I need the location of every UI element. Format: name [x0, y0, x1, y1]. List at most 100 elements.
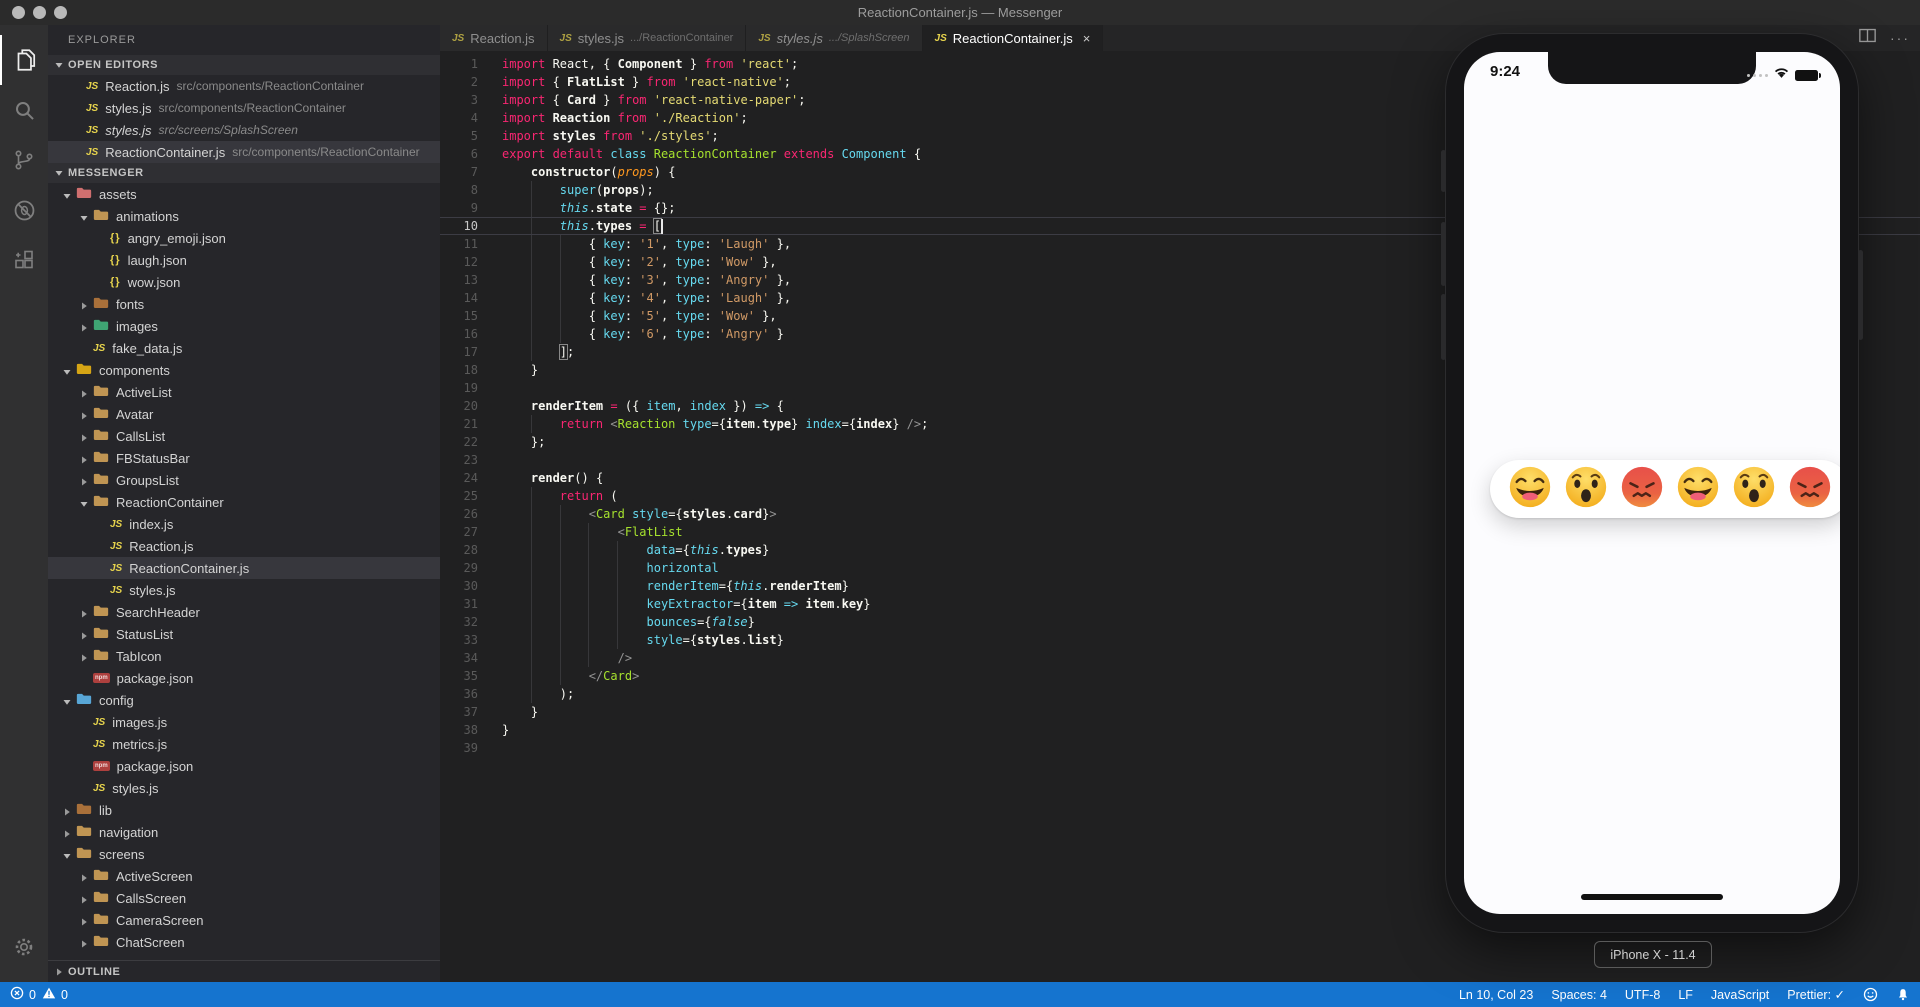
close-window-button[interactable]	[12, 6, 25, 19]
open-editor-item[interactable]: JSstyles.jssrc/screens/SplashScreen	[48, 119, 440, 141]
folder-icon	[93, 934, 116, 950]
outline-header[interactable]: OUTLINE	[48, 960, 440, 982]
code-text: };	[502, 433, 545, 451]
code-text: import { FlatList } from 'react-native';	[502, 73, 791, 91]
open-editor-path: src/components/ReactionContainer	[177, 79, 364, 93]
tree-folder-item[interactable]: CallsScreen	[48, 887, 440, 909]
open-editor-item[interactable]: JSReaction.jssrc/components/ReactionCont…	[48, 75, 440, 97]
tree-file-item[interactable]: JSstyles.js	[48, 579, 440, 601]
tree-folder-item[interactable]: TabIcon	[48, 645, 440, 667]
tree-folder-item[interactable]: StatusList	[48, 623, 440, 645]
split-editor-icon[interactable]	[1859, 28, 1876, 48]
tree-item-label: fake_data.js	[112, 341, 182, 356]
code-text: keyExtractor={item => item.key}	[502, 595, 871, 613]
status-ln-10-col-23[interactable]: Ln 10, Col 23	[1459, 988, 1533, 1002]
tree-folder-item[interactable]: lib	[48, 799, 440, 821]
settings-gear-icon[interactable]	[0, 922, 48, 972]
open-editors-header[interactable]: OPEN EDITORS	[48, 55, 440, 75]
js-file-icon: JS	[110, 563, 122, 574]
volume-up-button	[1441, 222, 1446, 286]
tree-item-label: TabIcon	[116, 649, 162, 664]
more-actions-icon[interactable]: ···	[1890, 30, 1910, 46]
notifications-bell-icon[interactable]	[1896, 987, 1910, 1002]
tree-folder-item[interactable]: FBStatusBar	[48, 447, 440, 469]
code-text: { key: '1', type: 'Laugh' },	[502, 235, 791, 253]
close-icon[interactable]: ×	[1083, 31, 1091, 46]
tree-folder-item[interactable]: animations	[48, 205, 440, 227]
zoom-window-button[interactable]	[54, 6, 67, 19]
line-number: 28	[440, 541, 478, 559]
tree-file-item[interactable]: {}laugh.json	[48, 249, 440, 271]
tree-file-item[interactable]: JSstyles.js	[48, 777, 440, 799]
tree-folder-item[interactable]: SearchHeader	[48, 601, 440, 623]
tree-folder-item[interactable]: screens	[48, 843, 440, 865]
tree-file-item[interactable]: JSimages.js	[48, 711, 440, 733]
tree-folder-item[interactable]: CameraScreen	[48, 909, 440, 931]
problems-indicator[interactable]: 0	[42, 986, 68, 1003]
ringer-switch	[1441, 150, 1446, 192]
tab-styles-js[interactable]: JSstyles.js.../SplashScreen	[746, 25, 922, 51]
tree-folder-item[interactable]: config	[48, 689, 440, 711]
tree-folder-item[interactable]: images	[48, 315, 440, 337]
angry-emoji[interactable]	[1788, 465, 1832, 514]
minimize-window-button[interactable]	[33, 6, 46, 19]
line-number: 22	[440, 433, 478, 451]
tree-folder-item[interactable]: fonts	[48, 293, 440, 315]
tree-folder-item[interactable]: GroupsList	[48, 469, 440, 491]
laugh-emoji[interactable]	[1676, 465, 1720, 514]
project-header[interactable]: MESSENGER	[48, 163, 440, 183]
wow-emoji[interactable]	[1732, 465, 1776, 514]
chevron-right-icon	[62, 805, 72, 815]
status-lf[interactable]: LF	[1678, 988, 1693, 1002]
tree-folder-item[interactable]: ReactionContainer	[48, 491, 440, 513]
problem-count: 0	[61, 988, 68, 1002]
feedback-smiley-icon[interactable]	[1863, 987, 1878, 1002]
tree-folder-item[interactable]: components	[48, 359, 440, 381]
wow-emoji[interactable]	[1564, 465, 1608, 514]
tree-folder-item[interactable]: Avatar	[48, 403, 440, 425]
laugh-emoji[interactable]	[1508, 465, 1552, 514]
tab-styles-js[interactable]: JSstyles.js.../ReactionContainer	[548, 25, 747, 51]
angry-emoji[interactable]	[1620, 465, 1664, 514]
tree-folder-item[interactable]: ChatScreen	[48, 931, 440, 953]
tree-folder-item[interactable]: ActiveList	[48, 381, 440, 403]
code-text: { key: '6', type: 'Angry' }	[502, 325, 784, 343]
code-text: import Reaction from './Reaction';	[502, 109, 748, 127]
open-editor-item[interactable]: JSstyles.jssrc/components/ReactionContai…	[48, 97, 440, 119]
tab-label: styles.js	[777, 31, 823, 46]
tree-item-label: CallsScreen	[116, 891, 186, 906]
open-editor-path: src/components/ReactionContainer	[232, 145, 419, 159]
tree-file-item[interactable]: npmpackage.json	[48, 667, 440, 689]
tree-folder-item[interactable]: ActiveScreen	[48, 865, 440, 887]
tab-reactioncontainer-js[interactable]: JSReactionContainer.js×	[923, 25, 1104, 51]
status-utf-8[interactable]: UTF-8	[1625, 988, 1660, 1002]
line-number: 6	[440, 145, 478, 163]
tree-folder-item[interactable]: navigation	[48, 821, 440, 843]
tree-file-item[interactable]: JSfake_data.js	[48, 337, 440, 359]
extensions-icon[interactable]	[0, 235, 48, 285]
debug-icon[interactable]	[0, 185, 48, 235]
chevron-right-icon	[79, 915, 89, 925]
window-controls[interactable]	[12, 6, 67, 19]
tree-file-item[interactable]: JSmetrics.js	[48, 733, 440, 755]
tree-file-item[interactable]: npmpackage.json	[48, 755, 440, 777]
folder-icon	[76, 824, 99, 840]
tree-file-item[interactable]: {}angry_emoji.json	[48, 227, 440, 249]
tree-file-item[interactable]: JSindex.js	[48, 513, 440, 535]
status-prettier-[interactable]: Prettier: ✓	[1787, 987, 1845, 1002]
problems-indicator[interactable]: 0	[10, 986, 36, 1003]
search-icon[interactable]	[0, 85, 48, 135]
tree-file-item[interactable]: JSReaction.js	[48, 535, 440, 557]
tree-item-label: package.json	[117, 671, 194, 686]
tree-file-item[interactable]: {}wow.json	[48, 271, 440, 293]
open-editor-item[interactable]: JSReactionContainer.jssrc/components/Rea…	[48, 141, 440, 163]
source-control-icon[interactable]	[0, 135, 48, 185]
tree-file-item[interactable]: JSReactionContainer.js	[48, 557, 440, 579]
status-javascript[interactable]: JavaScript	[1711, 988, 1769, 1002]
tree-folder-item[interactable]: CallsList	[48, 425, 440, 447]
explorer-icon[interactable]	[0, 35, 48, 85]
open-editor-name: Reaction.js	[105, 79, 169, 94]
status-spaces-4[interactable]: Spaces: 4	[1551, 988, 1607, 1002]
tree-folder-item[interactable]: assets	[48, 183, 440, 205]
tab-reaction-js[interactable]: JSReaction.js	[440, 25, 548, 51]
